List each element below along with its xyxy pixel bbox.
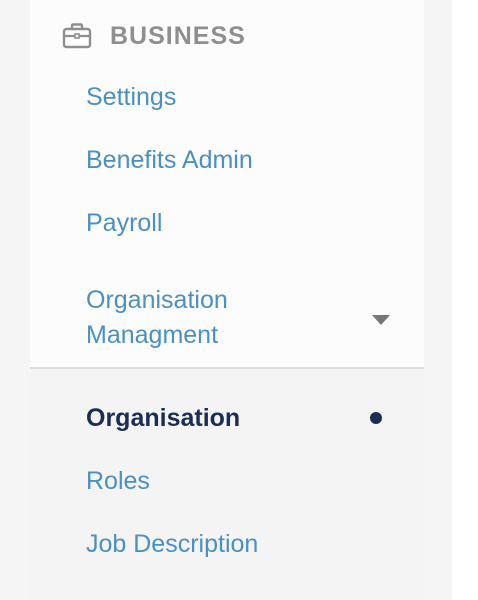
section-header-business: BUSINESS [62,18,246,54]
section-title: BUSINESS [110,21,246,50]
subnav-item-roles[interactable]: Roles [86,463,150,499]
sidebar: BUSINESS Settings Benefits Admin Payroll… [30,0,424,600]
nav-item-benefits-admin[interactable]: Benefits Admin [86,142,253,178]
nav-item-settings[interactable]: Settings [86,79,176,115]
page-background-strip [452,0,478,600]
active-indicator-dot [370,412,382,424]
briefcase-icon [62,23,92,49]
sidebar-divider [30,367,424,369]
nav-item-payroll[interactable]: Payroll [86,205,162,241]
subnav-item-job-description[interactable]: Job Description [86,526,258,562]
chevron-down-icon[interactable] [372,314,390,326]
subnav-item-organisation[interactable]: Organisation [86,400,240,436]
nav-item-organisation-managment[interactable]: Organisation Managment [86,283,346,353]
